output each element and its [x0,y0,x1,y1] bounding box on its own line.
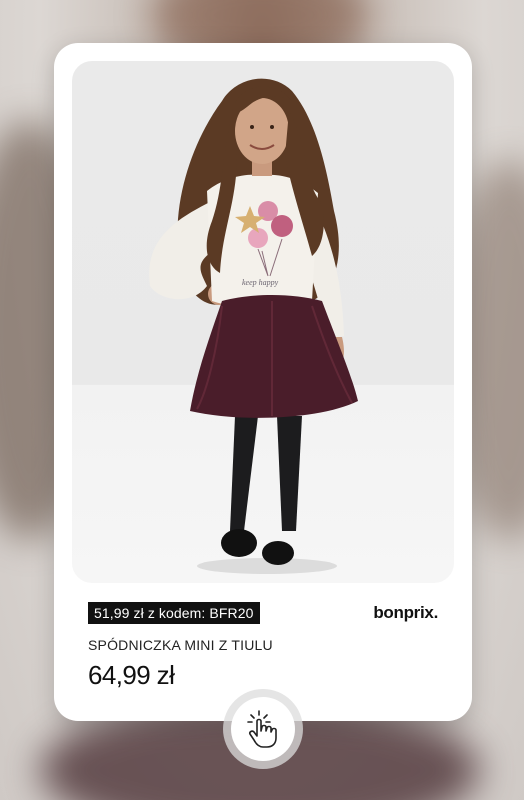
promo-code-badge: 51,99 zł z kodem: BFR20 [88,602,260,624]
hand-tap-icon [247,710,277,748]
model-illustration: keep happy [149,78,358,574]
tap-to-shop-button[interactable] [223,689,303,769]
tap-button-inner [231,697,295,761]
product-photo[interactable]: keep happy [72,61,454,583]
brand-logo: bonprix. [373,603,438,622]
product-name: SPÓDNICZKA MINI Z TIULU [88,637,273,653]
product-price: 64,99 zł [88,660,175,690]
product-card[interactable]: keep happy 51,99 zł z kodem: BFR20 bonpr… [54,43,472,721]
svg-text:keep happy: keep happy [242,278,279,287]
